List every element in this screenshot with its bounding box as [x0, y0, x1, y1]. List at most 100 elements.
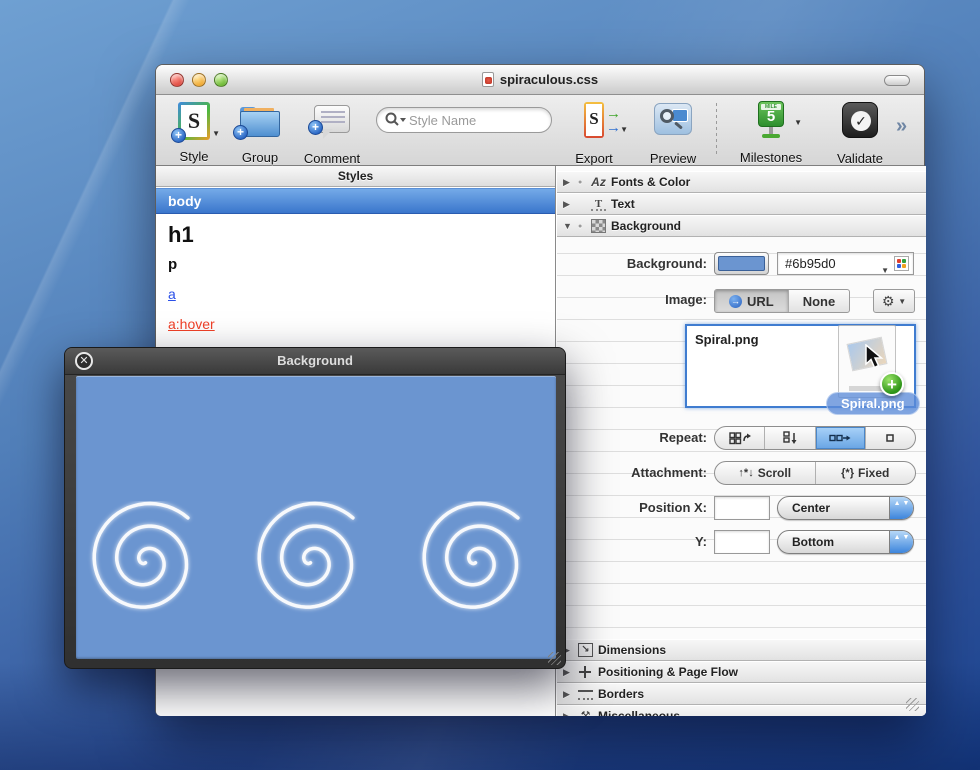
disclosure-triangle-icon[interactable]: ▼	[563, 221, 573, 231]
fonts-color-icon: Az	[591, 175, 606, 189]
section-dot-icon: ●	[578, 179, 586, 186]
section-dot-icon: ●	[578, 223, 586, 230]
repeat-none-segment[interactable]	[866, 427, 915, 449]
background-icon	[591, 219, 606, 233]
group-button-label: Group	[242, 150, 278, 165]
section-label: Borders	[598, 687, 644, 701]
section-label: Miscellaneous	[598, 709, 680, 716]
disclosure-triangle-icon[interactable]: ▶	[563, 177, 573, 188]
disclosure-triangle-icon[interactable]: ▶	[563, 667, 573, 678]
preview-button[interactable]: Preview	[654, 103, 692, 135]
position-x-label: Position X:	[557, 500, 707, 515]
position-y-popup[interactable]: Bottom ▲ ▼	[777, 530, 914, 554]
section-positioning[interactable]: ▶ Positioning & Page Flow	[557, 661, 926, 683]
attachment-fixed-segment[interactable]: {*} Fixed	[816, 462, 916, 484]
preview-resize-grip[interactable]	[548, 652, 561, 665]
repeat-y-segment[interactable]	[765, 427, 815, 449]
attachment-scroll-segment[interactable]: ↑*↓ Scroll	[715, 462, 816, 484]
section-label: Positioning & Page Flow	[598, 665, 738, 679]
style-row-p[interactable]: p	[156, 256, 555, 273]
dimensions-icon: ↘	[578, 643, 593, 657]
export-button[interactable]: S → → ▼ Export	[584, 102, 604, 138]
text-icon: T	[591, 197, 606, 211]
borders-icon	[578, 690, 593, 700]
title-bar[interactable]: spiraculous.css	[156, 65, 924, 95]
repeat-both-segment[interactable]	[715, 427, 765, 449]
dropdown-arrow-icon[interactable]: ▼	[881, 260, 889, 281]
drag-label: Spiral.png	[826, 392, 920, 415]
preview-canvas	[76, 376, 556, 659]
export-button-label: Export	[575, 151, 613, 166]
section-dimensions[interactable]: ▶ ↘ Dimensions	[557, 639, 926, 661]
image-url-segment[interactable]: → URL	[715, 290, 789, 312]
fixed-icon: {*}	[841, 467, 854, 479]
no-repeat-icon	[886, 434, 894, 442]
position-y-label: Y:	[557, 534, 707, 549]
repeat-horizontal-icon	[829, 433, 851, 443]
desktop: spiraculous.css S + ▼ Style + Group + Co…	[0, 0, 980, 770]
styles-pane-header: Styles	[156, 166, 555, 187]
section-background[interactable]: ▼ ● Background	[557, 215, 926, 237]
toolbar-toggle-button[interactable]	[884, 75, 910, 86]
validate-button-label: Validate	[837, 151, 883, 166]
image-source-segment: → URL None	[714, 289, 850, 313]
section-borders[interactable]: ▶ Borders	[557, 683, 926, 705]
positioning-icon	[578, 665, 593, 679]
disclosure-triangle-icon[interactable]: ▶	[563, 199, 573, 210]
milestones-button[interactable]: 5 MILE ▼ Milestones	[756, 101, 786, 139]
attachment-label: Attachment:	[557, 465, 707, 480]
dropdown-arrow-icon: ▼	[620, 125, 628, 134]
disclosure-triangle-icon[interactable]: ▶	[563, 689, 573, 700]
wrench-icon: ⚒	[578, 709, 593, 716]
browser-window-icon	[672, 109, 688, 122]
add-badge-icon: +	[171, 128, 186, 143]
section-label: Dimensions	[598, 643, 666, 657]
preview-title-bar[interactable]: ✕ Background	[65, 348, 565, 375]
search-field-wrap	[376, 107, 552, 133]
spiral-path	[259, 504, 353, 608]
position-y-input[interactable]	[714, 530, 770, 554]
new-style-button[interactable]: S + ▼ Style	[178, 102, 210, 140]
toolbar-overflow-chevron[interactable]: »	[896, 115, 907, 138]
popup-arrows-icon: ▲ ▼	[889, 497, 913, 519]
background-color-label: Background:	[557, 256, 707, 271]
background-color-well[interactable]	[714, 252, 769, 275]
toolbar: S + ▼ Style + Group + Comment	[156, 95, 924, 166]
style-row-body[interactable]: body	[156, 188, 555, 214]
add-badge-icon: +	[308, 120, 323, 135]
search-icon	[385, 112, 407, 128]
dropdown-arrow-icon: ▼	[794, 118, 802, 127]
style-row-a-hover[interactable]: a:hover	[156, 316, 555, 332]
check-circle-icon: ✓	[851, 111, 871, 131]
comment-button-label: Comment	[304, 151, 360, 166]
style-row-h1[interactable]: h1	[156, 222, 555, 248]
section-miscellaneous[interactable]: ▶ ⚒ Miscellaneous	[557, 705, 926, 716]
copy-plus-badge-icon: +	[880, 372, 904, 396]
window-resize-grip[interactable]	[906, 698, 919, 711]
color-palette-icon[interactable]	[894, 256, 909, 271]
mouse-cursor-icon	[864, 344, 886, 370]
repeat-x-segment[interactable]	[816, 427, 866, 449]
new-group-button[interactable]: + Group	[240, 107, 280, 137]
preview-button-label: Preview	[650, 151, 696, 166]
section-fonts-and-color[interactable]: ▶ ● Az Fonts & Color	[557, 171, 926, 193]
spiral-image	[76, 501, 241, 651]
validate-button[interactable]: ✓ Validate	[842, 102, 878, 138]
disclosure-triangle-icon[interactable]: ▶	[563, 711, 573, 717]
repeat-tile-icon	[729, 432, 751, 445]
preview-window[interactable]: ✕ Background	[64, 347, 566, 669]
new-comment-button[interactable]: + Comment	[314, 105, 350, 133]
image-file-name: Spiral.png	[695, 332, 759, 347]
toolbar-separator	[716, 103, 717, 155]
image-none-segment[interactable]: None	[789, 290, 850, 312]
dropdown-arrow-icon: ▼	[898, 297, 906, 306]
image-actions-button[interactable]: ⚙ ▼	[873, 289, 915, 313]
section-text[interactable]: ▶ T Text	[557, 193, 926, 215]
style-row-a[interactable]: a	[156, 286, 555, 302]
position-x-input[interactable]	[714, 496, 770, 520]
background-hex-field[interactable]: #6b95d0 ▼	[777, 252, 914, 275]
gear-icon: ⚙	[882, 293, 895, 309]
repeat-segment	[714, 426, 916, 450]
position-x-popup[interactable]: Center ▲ ▼	[777, 496, 914, 520]
spiral-path	[94, 504, 188, 608]
